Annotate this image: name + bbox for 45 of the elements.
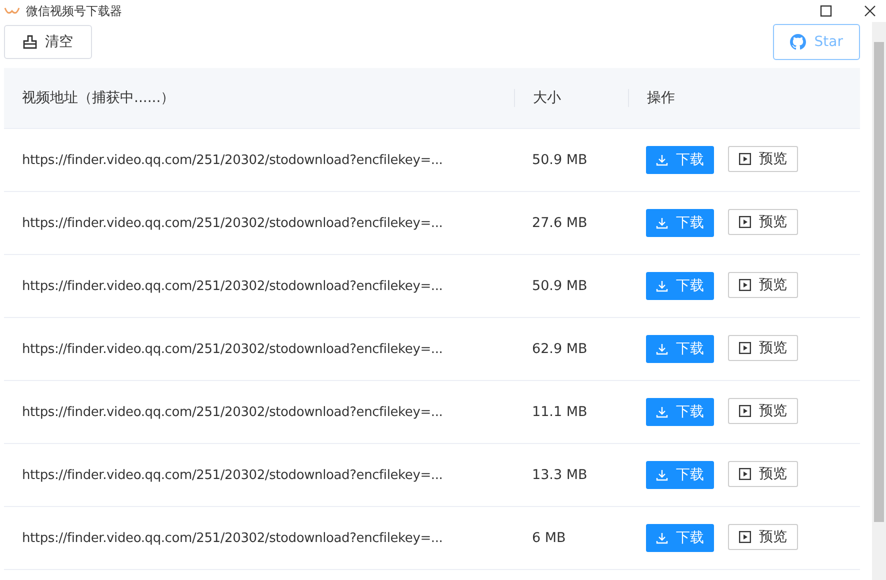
play-icon (739, 279, 751, 291)
column-header: 大小 (514, 89, 628, 107)
download-icon (656, 343, 668, 355)
download-icon (656, 469, 668, 481)
column-header: 操作 (628, 89, 860, 107)
close-icon[interactable] (864, 5, 876, 17)
github-icon (790, 34, 806, 50)
url-cell-text: https://finder.video.qq.com/251/20302/stodownload?encfilekey=... (21, 278, 444, 294)
download-icon (656, 154, 668, 166)
url-cell-text: https://finder.video.qq.com/251/20302/stodownload?encfilekey=... (21, 152, 444, 168)
size-cell-text: 6 MB (531, 530, 567, 546)
scrollbar[interactable] (872, 22, 886, 580)
size-cell-text: 50.9 MB (531, 152, 588, 168)
download-icon (656, 280, 668, 292)
url-cell-text: https://finder.video.qq.com/251/20302/stodownload?encfilekey=... (21, 468, 444, 482)
play-icon (739, 405, 751, 417)
play-icon (739, 342, 751, 354)
url-cell-text: https://finder.video.qq.com/251/20302/stodownload?encfilekey=... (21, 404, 444, 420)
play-icon (739, 531, 751, 543)
size-cell-text: 50.9 MB (531, 278, 588, 294)
size-cell-text: 62.9 MB (531, 341, 588, 357)
preview-button[interactable]: 预览 (728, 209, 798, 235)
download-icon (656, 217, 668, 229)
broom-icon (23, 35, 37, 49)
play-icon (739, 468, 751, 480)
window-title: 微信视频号下载器 (26, 2, 122, 20)
download-icon (656, 406, 668, 418)
url-cell-text: https://finder.video.qq.com/251/20302/stodownload?encfilekey=... (21, 216, 444, 230)
column-header: 视频地址（捕获中......） (21, 89, 176, 107)
play-icon (739, 153, 751, 165)
preview-button[interactable]: 预览 (728, 146, 798, 172)
size-cell-text: 11.1 MB (531, 404, 588, 420)
url-cell-text: https://finder.video.qq.com/251/20302/stodownload?encfilekey=... (21, 342, 444, 356)
clear-button[interactable]: 清空 (4, 25, 92, 59)
url-cell-text: https://finder.video.qq.com/251/20302/stodownload?encfilekey=... (21, 530, 444, 546)
size-cell-text: 13.3 MB (531, 467, 588, 483)
download-icon (656, 532, 668, 544)
preview-button[interactable]: 预览 (728, 398, 798, 424)
preview-button[interactable]: 预览 (728, 461, 798, 487)
size-cell-text: 27.6 MB (531, 215, 588, 231)
preview-button[interactable]: 预览 (728, 335, 798, 361)
preview-button[interactable]: 预览 (728, 524, 798, 550)
play-icon (739, 216, 751, 228)
preview-button[interactable]: 预览 (728, 272, 798, 298)
app-logo-icon (4, 6, 20, 16)
